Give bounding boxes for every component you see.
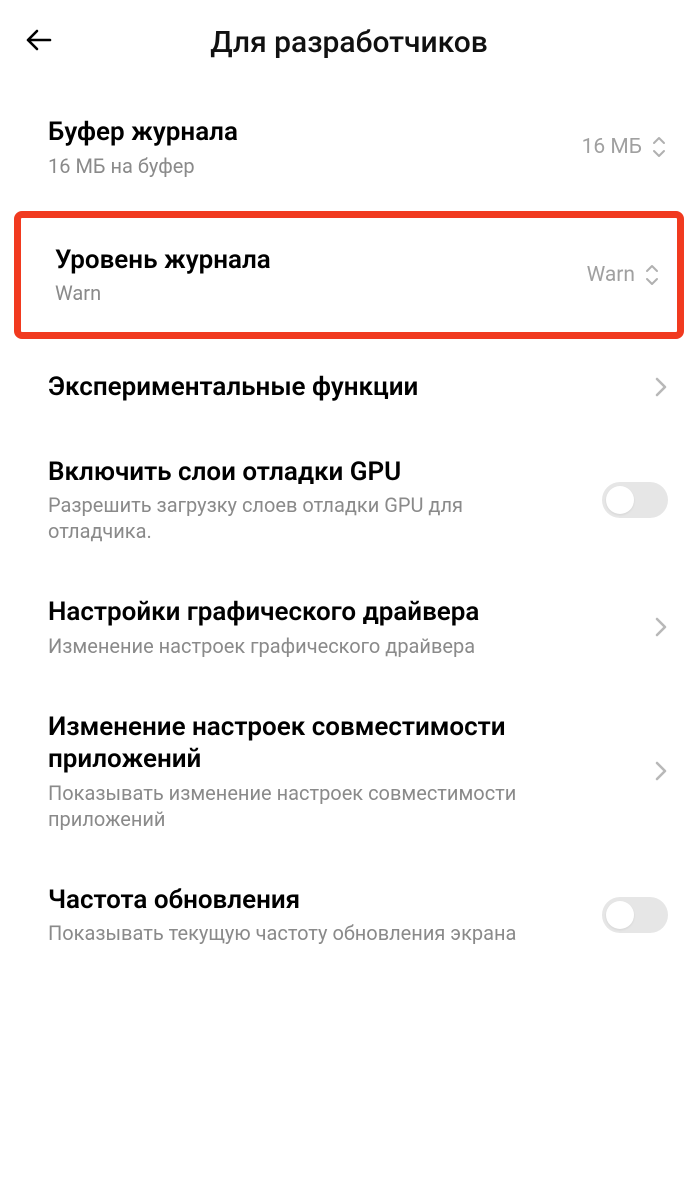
header: Для разработчиков <box>0 0 698 90</box>
row-value: 16 МБ <box>582 135 642 159</box>
row-title: Включить слои отладки GPU <box>48 456 602 489</box>
toggle-gpu-debug[interactable] <box>602 482 668 518</box>
row-title: Частота обновления <box>48 884 602 917</box>
row-gpu-driver[interactable]: Настройки графического драйвера Изменени… <box>0 570 698 685</box>
row-control <box>654 759 668 783</box>
chevron-right-icon <box>654 615 668 639</box>
row-title: Буфер журнала <box>48 116 582 149</box>
back-button[interactable] <box>20 18 68 66</box>
row-subtitle: Показывать текущую частоту обновления эк… <box>48 920 528 946</box>
row-log-buffer[interactable]: Буфер журнала 16 МБ на буфер 16 МБ <box>0 90 698 205</box>
row-main: Изменение настроек совместимости приложе… <box>48 711 654 832</box>
row-value: Warn <box>587 263 635 287</box>
settings-list: Буфер журнала 16 МБ на буфер 16 МБ Урове… <box>0 90 698 972</box>
row-main: Экспериментальные функции <box>48 371 654 404</box>
row-control: 16 МБ <box>582 134 668 160</box>
row-subtitle: Изменение настроек графического драйвера <box>48 633 654 659</box>
row-experimental[interactable]: Экспериментальные функции <box>0 345 698 430</box>
row-main: Настройки графического драйвера Изменени… <box>48 596 654 659</box>
row-subtitle: Показывать изменение настроек совместимо… <box>48 780 528 832</box>
up-down-icon <box>643 262 661 288</box>
toggle-refresh-rate[interactable] <box>602 897 668 933</box>
highlight-box: Уровень журнала Warn Warn <box>14 211 684 340</box>
row-title: Уровень журнала <box>55 244 587 277</box>
row-control <box>602 482 668 518</box>
row-control <box>602 897 668 933</box>
row-main: Уровень журнала Warn <box>55 244 587 307</box>
toggle-knob <box>606 486 634 514</box>
row-subtitle: Warn <box>55 280 587 306</box>
row-gpu-debug[interactable]: Включить слои отладки GPU Разрешить загр… <box>0 430 698 571</box>
row-log-level[interactable]: Уровень журнала Warn Warn <box>21 218 677 333</box>
toggle-knob <box>606 901 634 929</box>
row-main: Буфер журнала 16 МБ на буфер <box>48 116 582 179</box>
row-refresh-rate[interactable]: Частота обновления Показывать текущую ча… <box>0 858 698 973</box>
row-main: Частота обновления Показывать текущую ча… <box>48 884 602 947</box>
row-control <box>654 375 668 399</box>
chevron-right-icon <box>654 759 668 783</box>
page-title: Для разработчиков <box>68 25 630 60</box>
row-title: Настройки графического драйвера <box>48 596 654 629</box>
row-control: Warn <box>587 262 661 288</box>
row-title: Экспериментальные функции <box>48 371 654 404</box>
row-main: Включить слои отладки GPU Разрешить загр… <box>48 456 602 545</box>
up-down-icon <box>650 134 668 160</box>
row-subtitle: 16 МБ на буфер <box>48 153 582 179</box>
chevron-right-icon <box>654 375 668 399</box>
row-app-compat[interactable]: Изменение настроек совместимости приложе… <box>0 685 698 858</box>
arrow-left-icon <box>20 20 60 64</box>
row-control <box>654 615 668 639</box>
row-subtitle: Разрешить загрузку слоев отладки GPU для… <box>48 492 528 544</box>
row-title: Изменение настроек совместимости приложе… <box>48 711 654 776</box>
